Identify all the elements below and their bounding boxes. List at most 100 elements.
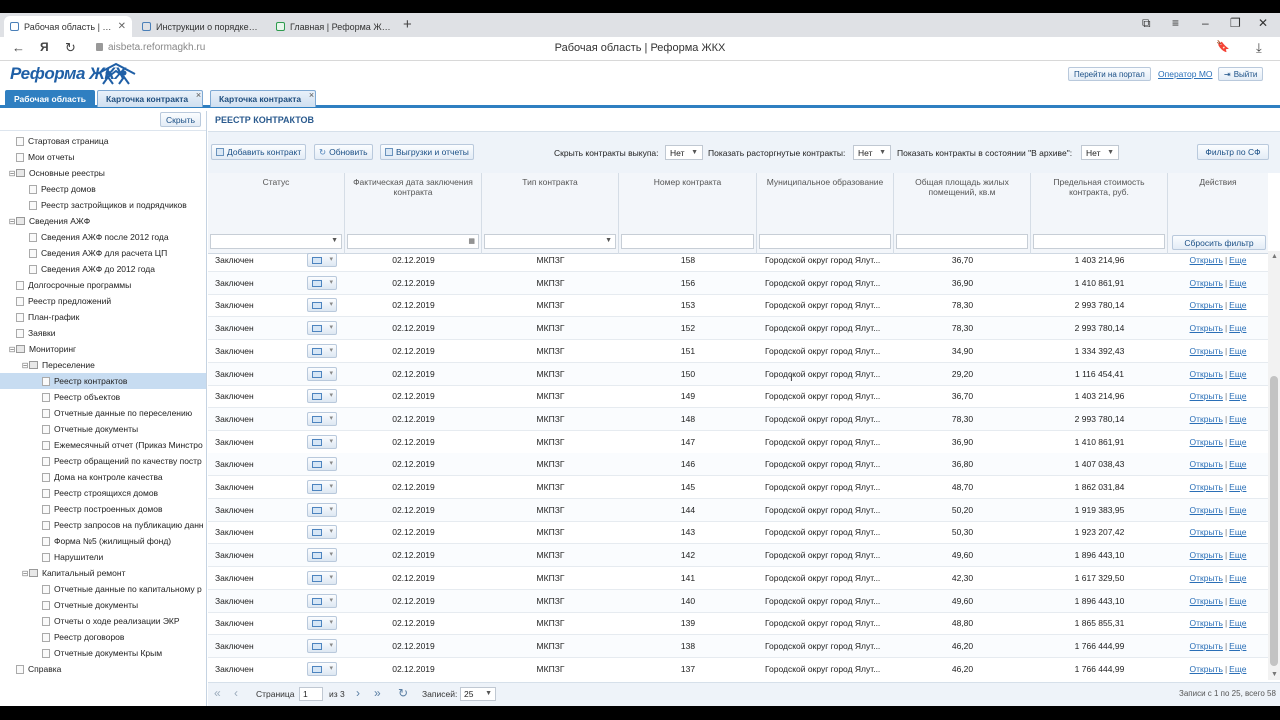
column-header-municipality[interactable]: Муниципальное образование (757, 173, 894, 254)
more-link[interactable]: Еще (1229, 369, 1246, 379)
sidebar-item[interactable]: Дома на контроле качества (0, 469, 206, 485)
table-row[interactable]: Заключен 02.12.2019 МКПЗГ 142 Городской окру… (208, 544, 1268, 568)
operator-link[interactable]: Оператор МО (1158, 69, 1213, 79)
sidebar-item[interactable]: Нарушители (0, 549, 206, 565)
collapse-icon[interactable]: ⊟ (8, 217, 16, 226)
sidebar-item[interactable]: Реестр договоров (0, 629, 206, 645)
status-action-button[interactable]: ▾ (307, 525, 337, 540)
area-filter[interactable] (896, 234, 1028, 249)
refresh-button[interactable]: ↻ Обновить (314, 144, 373, 160)
open-link[interactable]: Открыть (1190, 369, 1223, 379)
open-link[interactable]: Открыть (1190, 664, 1223, 674)
open-link[interactable]: Открыть (1190, 505, 1223, 515)
add-contract-button[interactable]: Добавить контракт (211, 144, 307, 160)
collapse-icon[interactable]: ⊟ (8, 169, 16, 178)
show-terminated-select[interactable]: Нет ▼ (853, 145, 891, 160)
sidebar-item[interactable]: Реестр строящихся домов (0, 485, 206, 501)
status-action-button[interactable]: ▾ (307, 480, 337, 494)
tab-workspace[interactable]: Рабочая область (5, 90, 95, 107)
url-field[interactable]: aisbeta.reformagkh.ru (96, 42, 205, 53)
browser-tab[interactable]: Главная | Реформа ЖКХ (270, 16, 398, 37)
open-link[interactable]: Открыть (1190, 391, 1223, 401)
status-action-button[interactable]: ▾ (307, 638, 337, 653)
sidebar-item[interactable]: Заявки (0, 325, 206, 341)
export-button[interactable]: Выгрузки и отчеты (380, 144, 474, 160)
more-link[interactable]: Еще (1229, 527, 1246, 537)
sidebar-item[interactable]: Сведения АЖФ до 2012 года (0, 261, 206, 277)
status-action-button[interactable]: ▾ (307, 343, 337, 358)
open-link[interactable]: Открыть (1190, 300, 1223, 310)
open-link[interactable]: Открыть (1190, 596, 1223, 606)
open-link[interactable]: Открыть (1190, 573, 1223, 583)
status-action-button[interactable]: ▾ (307, 253, 337, 267)
cost-filter[interactable] (1033, 234, 1165, 249)
sidebar-item[interactable]: Отчетные документы (0, 421, 206, 437)
reload-icon[interactable]: ↻ (398, 686, 408, 700)
collapse-icon[interactable]: ⊟ (21, 361, 29, 370)
records-select[interactable]: 25 ▼ (460, 687, 496, 701)
table-row[interactable]: Заключен 02.12.2019 МКПЗГ 149 Городской окру… (208, 385, 1268, 409)
table-row[interactable]: Заключен 02.12.2019 МКПЗГ 137 Городской окру… (208, 658, 1268, 680)
collapse-icon[interactable]: ⊟ (21, 569, 29, 578)
more-link[interactable]: Еще (1229, 618, 1246, 628)
show-archived-select[interactable]: Нет ▼ (1081, 145, 1119, 160)
minimize-icon[interactable]: – (1202, 16, 1209, 30)
status-action-button[interactable]: ▾ (307, 593, 337, 608)
sidebar-item[interactable]: ⊟ Сведения АЖФ (0, 213, 206, 229)
calendar-icon[interactable]: ▦ (468, 237, 475, 245)
open-link[interactable]: Открыть (1190, 323, 1223, 333)
table-row[interactable]: Заключен 02.12.2019 МКПЗГ 143 Городской окру… (208, 521, 1268, 545)
status-action-button[interactable]: ▾ (307, 275, 337, 290)
sidebar-item[interactable]: ⊟ Переселение (0, 357, 206, 373)
sidebar-item[interactable]: Стартовая страница (0, 133, 206, 149)
maximize-icon[interactable]: ❐ (1230, 16, 1241, 30)
close-icon[interactable]: ✕ (118, 21, 126, 32)
status-action-button[interactable]: ▾ (307, 411, 337, 426)
sidebar-item[interactable]: Сведения АЖФ после 2012 года (0, 229, 206, 245)
more-link[interactable]: Еще (1229, 278, 1246, 288)
column-header-area[interactable]: Общая площадь жилых помещений, кв.м (894, 173, 1031, 254)
first-page-icon[interactable]: « (214, 686, 221, 700)
table-row[interactable]: Заключен 02.12.2019 МКПЗГ 147 Городской окру… (208, 431, 1268, 454)
last-page-icon[interactable]: » (374, 686, 381, 700)
table-row[interactable]: Заключен 02.12.2019 МКПЗГ 148 Городской окру… (208, 407, 1268, 431)
hide-sidebar-button[interactable]: Скрыть (160, 112, 202, 127)
table-row[interactable]: Заключен 02.12.2019 МКПЗГ 141 Городской окру… (208, 567, 1268, 590)
municipality-filter[interactable] (759, 234, 891, 249)
sidebar-item[interactable]: Реестр застройщиков и подрядчиков (0, 197, 206, 213)
more-link[interactable]: Еще (1229, 641, 1246, 651)
more-link[interactable]: Еще (1229, 255, 1246, 265)
sidebar-item[interactable]: Долгосрочные программы (0, 277, 206, 293)
prev-page-icon[interactable]: ‹ (234, 686, 238, 700)
sidebar-item[interactable]: Мои отчеты (0, 149, 206, 165)
status-action-button[interactable]: ▾ (307, 570, 337, 585)
more-link[interactable]: Еще (1229, 437, 1246, 447)
table-row[interactable]: Заключен 02.12.2019 МКПЗГ 146 Городской окру… (208, 453, 1268, 477)
more-link[interactable]: Еще (1229, 323, 1246, 333)
tab-manager-icon[interactable]: ⧉ (1142, 16, 1151, 31)
download-icon[interactable]: ⤓ (1256, 40, 1262, 56)
status-action-button[interactable]: ▾ (307, 616, 337, 631)
table-row[interactable]: Заключен 02.12.2019 МКПЗГ 152 Городской окру… (208, 317, 1268, 341)
column-header-number[interactable]: Номер контракта (619, 173, 757, 254)
hide-buyout-select[interactable]: Нет ▼ (665, 145, 703, 160)
vertical-scrollbar[interactable]: ▲ ▼ (1268, 251, 1280, 680)
table-row[interactable]: Заключен 02.12.2019 МКПЗГ 156 Городской окру… (208, 271, 1268, 295)
status-action-button[interactable]: ▾ (307, 366, 337, 381)
sidebar-item[interactable]: Реестр запросов на публикацию данн (0, 517, 206, 533)
status-action-button[interactable]: ▾ (307, 321, 337, 336)
status-action-button[interactable]: ▾ (307, 502, 337, 517)
open-link[interactable]: Открыть (1190, 459, 1223, 469)
open-link[interactable]: Открыть (1190, 550, 1223, 560)
more-link[interactable]: Еще (1229, 505, 1246, 515)
reset-filter-button[interactable]: Сбросить фильтр (1172, 235, 1266, 250)
sidebar-item[interactable]: ⊟ Капитальный ремонт (0, 565, 206, 581)
open-link[interactable]: Открыть (1190, 255, 1223, 265)
status-filter[interactable]: ▼ (210, 234, 342, 249)
open-link[interactable]: Открыть (1190, 414, 1223, 424)
portal-button[interactable]: Перейти на портал (1068, 67, 1151, 81)
status-action-button[interactable]: ▾ (307, 661, 337, 676)
logout-button[interactable]: ⇥ Выйти (1218, 67, 1264, 81)
table-row[interactable]: Заключен 02.12.2019 МКПЗГ 151 Городской окру… (208, 340, 1268, 363)
tab-contract-card[interactable]: Карточка контракта × (210, 90, 317, 107)
